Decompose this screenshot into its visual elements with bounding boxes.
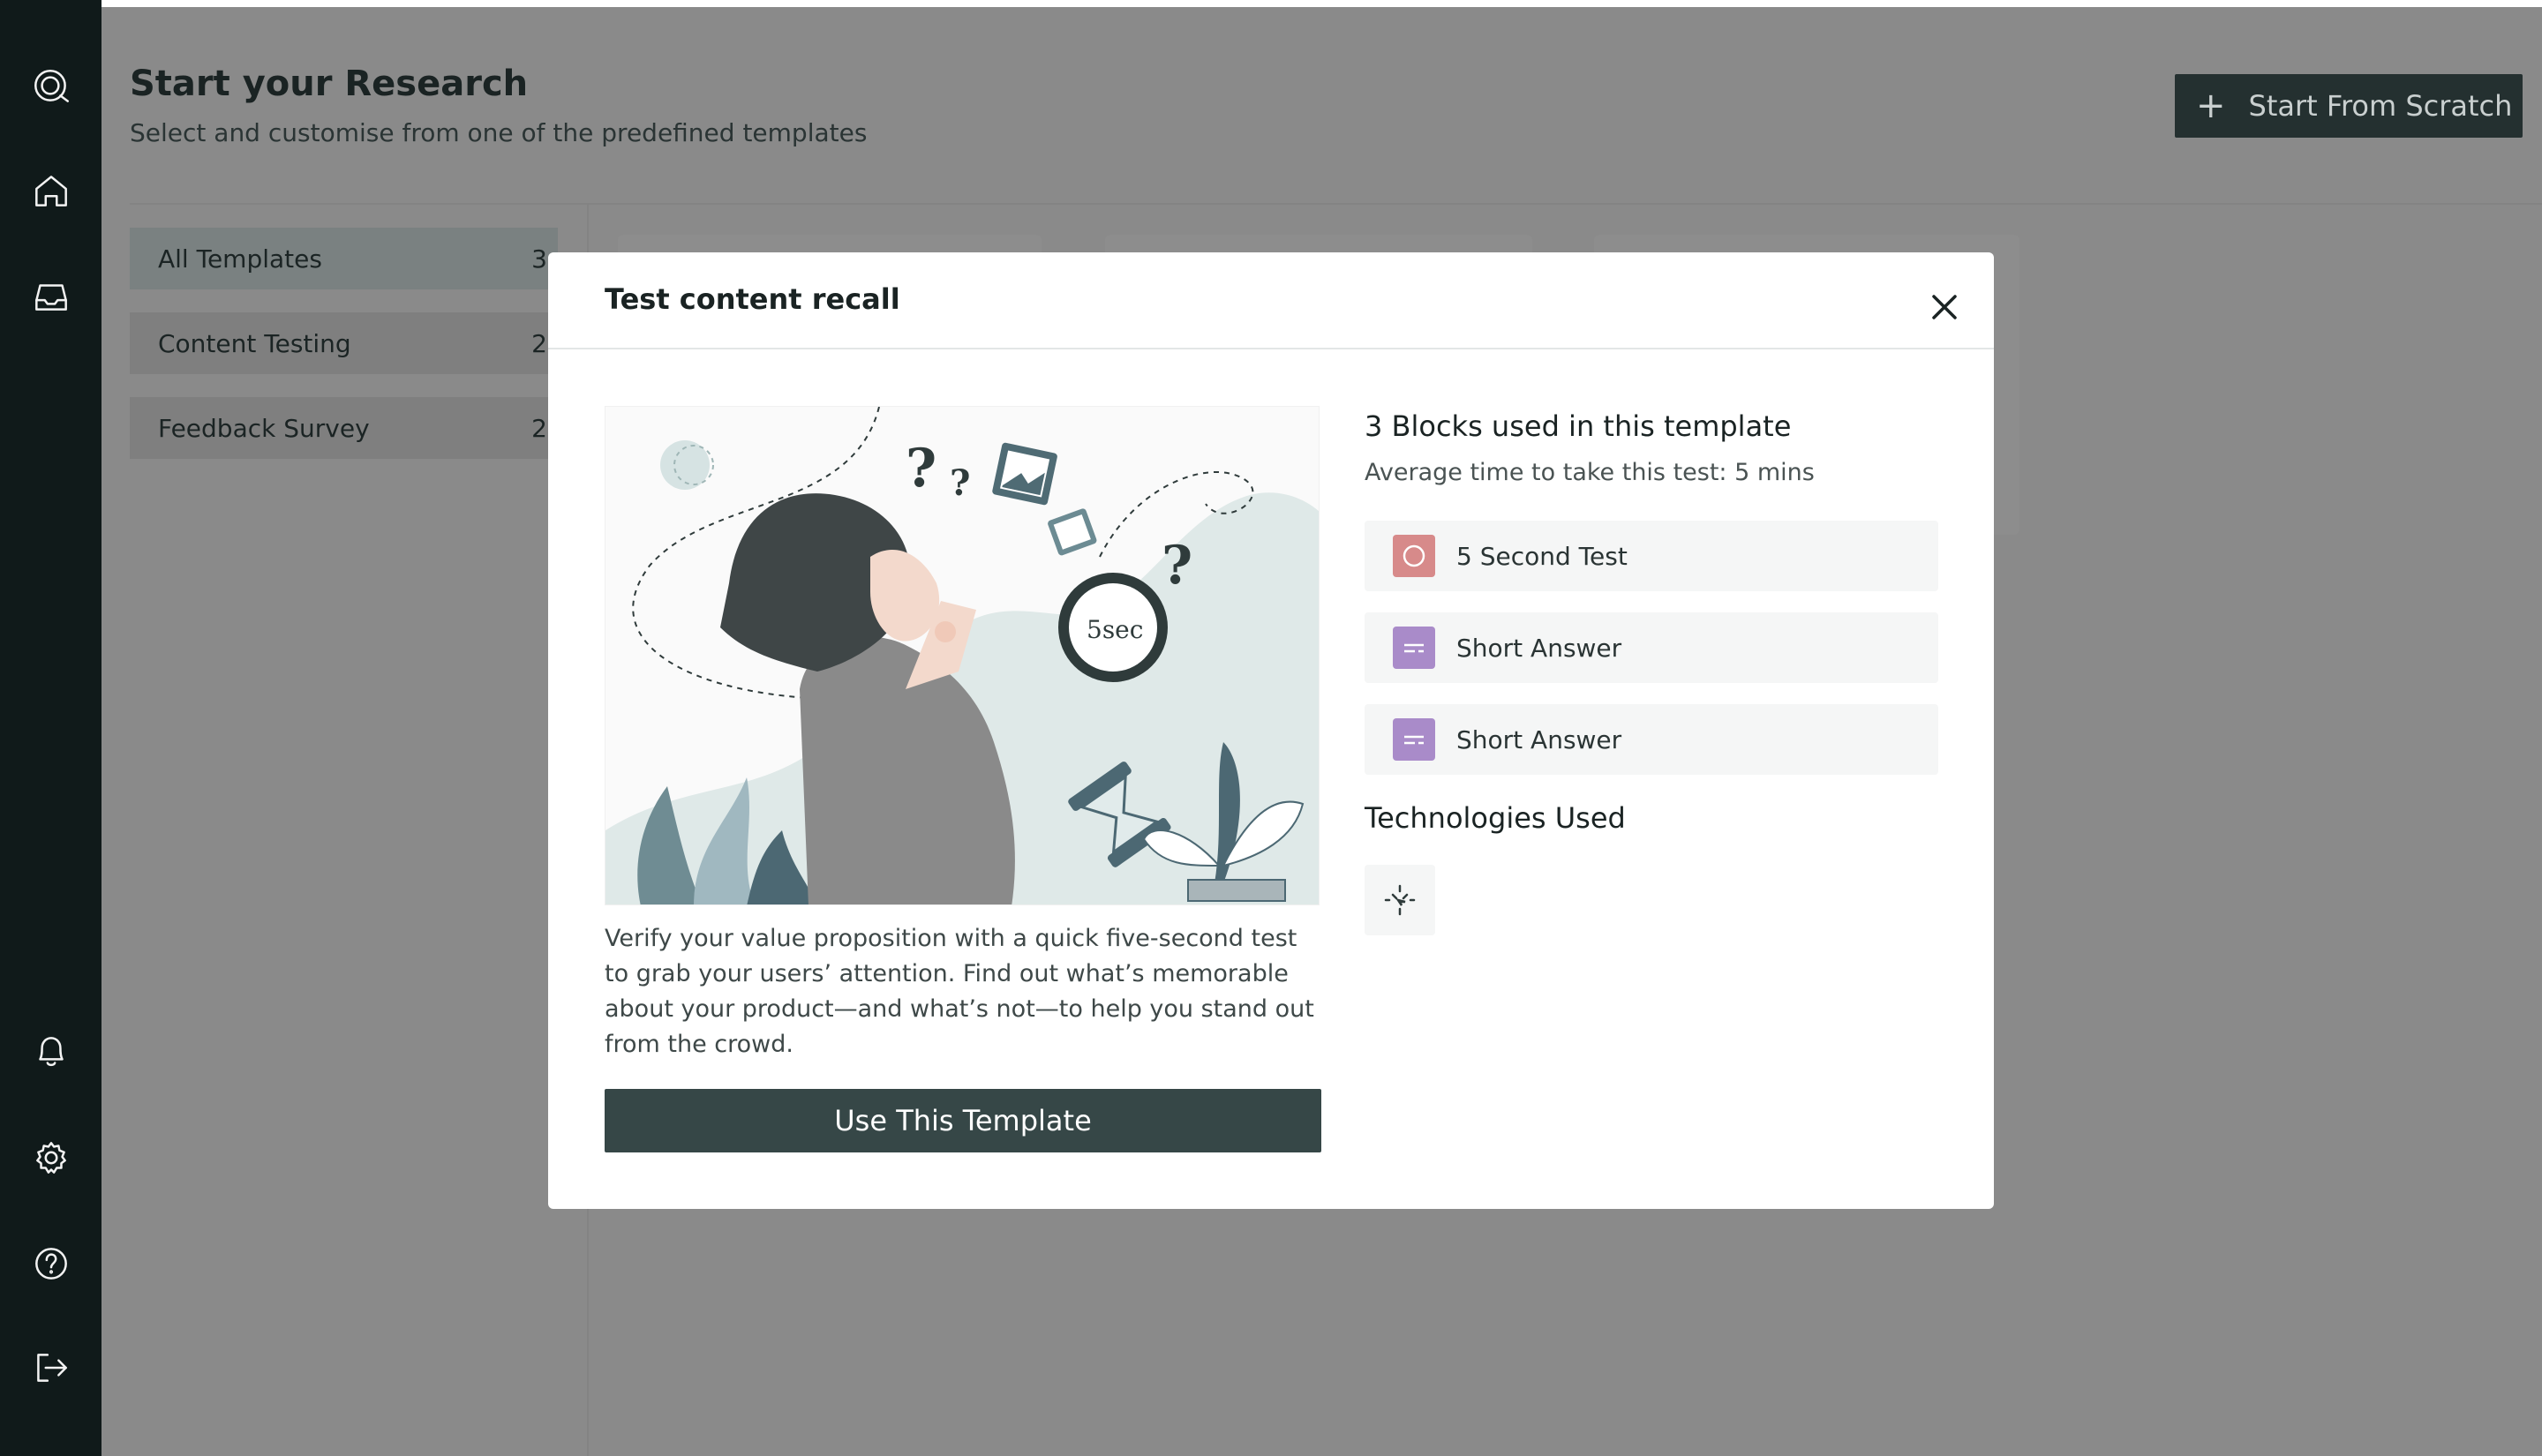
short-answer-icon	[1393, 718, 1435, 761]
page-subtitle: Select and customise from one of the pre…	[130, 118, 868, 147]
filter-count: 3	[531, 244, 547, 274]
block-item-short-answer: Short Answer	[1365, 704, 1938, 775]
eye-tracking-technology-icon	[1365, 865, 1435, 935]
filter-content-testing[interactable]: Content Testing 2	[130, 312, 558, 374]
page-title: Start your Research	[130, 64, 529, 104]
short-answer-icon	[1393, 627, 1435, 669]
filter-all-templates[interactable]: All Templates 3	[130, 228, 558, 289]
app-logo-icon[interactable]	[26, 62, 76, 111]
block-item-short-answer: Short Answer	[1365, 612, 1938, 683]
blocks-title: 3 Blocks used in this template	[1365, 409, 1792, 443]
svg-text:?: ?	[1162, 535, 1192, 597]
close-icon	[1932, 295, 1957, 319]
top-strip	[0, 0, 2542, 7]
filter-label: Content Testing	[158, 328, 351, 358]
illustration-timer-text: 5sec	[1087, 615, 1143, 644]
block-label: 5 Second Test	[1456, 541, 1628, 571]
filter-label: Feedback Survey	[158, 413, 370, 443]
logout-icon[interactable]	[26, 1343, 76, 1392]
inbox-icon[interactable]	[26, 272, 76, 321]
plus-icon: +	[2196, 86, 2226, 126]
filter-feedback-survey[interactable]: Feedback Survey 2	[130, 397, 558, 459]
block-label: Short Answer	[1456, 633, 1622, 663]
modal-header: Test content recall	[548, 252, 1994, 349]
average-time-text: Average time to take this test: 5 mins	[1365, 459, 1815, 486]
filter-count: 2	[531, 413, 547, 443]
five-second-test-icon	[1393, 535, 1435, 577]
modal-title: Test content recall	[605, 282, 900, 316]
filter-count: 2	[531, 328, 547, 358]
block-label: Short Answer	[1456, 724, 1622, 754]
start-from-scratch-button[interactable]: + Start From Scratch	[2175, 74, 2523, 138]
header-divider	[130, 203, 2542, 205]
home-icon[interactable]	[26, 166, 76, 215]
close-button[interactable]	[1925, 288, 1964, 326]
start-from-scratch-label: Start From Scratch	[2248, 89, 2513, 123]
bell-icon[interactable]	[26, 1027, 76, 1077]
block-item-5-second-test: 5 Second Test	[1365, 521, 1938, 591]
template-filter-list: All Templates 3 Content Testing 2 Feedba…	[130, 228, 558, 482]
use-this-template-button[interactable]: Use This Template	[605, 1089, 1321, 1152]
sidebar	[0, 0, 102, 1456]
template-description: Verify your value proposition with a qui…	[605, 925, 1314, 1058]
filter-label: All Templates	[158, 244, 322, 274]
template-preview-modal: Test content recall ? ? ? 5sec Verify yo…	[548, 252, 1994, 1209]
settings-gear-icon[interactable]	[26, 1133, 76, 1182]
svg-text:?: ?	[906, 438, 936, 499]
help-icon[interactable]	[26, 1239, 76, 1288]
template-illustration: ? ? ? 5sec	[605, 406, 1320, 905]
technologies-title: Technologies Used	[1365, 801, 1626, 835]
svg-text:?: ?	[950, 462, 970, 504]
